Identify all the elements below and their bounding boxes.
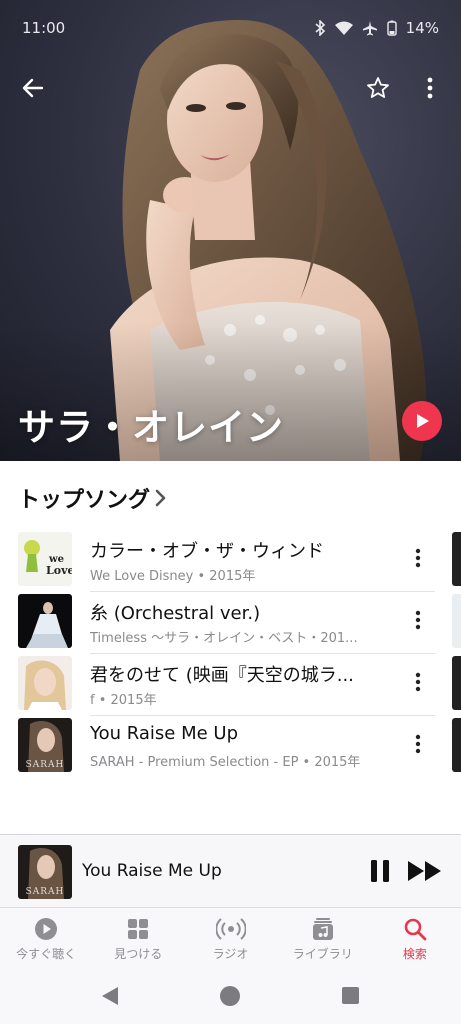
favorite-button[interactable] — [361, 70, 395, 106]
bluetooth-icon — [315, 20, 325, 36]
tab-browse[interactable]: 見つける — [92, 908, 184, 966]
more-options-button[interactable] — [413, 70, 447, 106]
nav-back-icon[interactable] — [100, 986, 120, 1006]
tab-listen-now[interactable]: 今すぐ聴く — [0, 908, 92, 966]
chevron-right-icon — [155, 489, 166, 507]
tab-label: 検索 — [402, 947, 427, 961]
play-circle-icon — [35, 918, 58, 940]
search-icon — [404, 918, 427, 941]
song-row[interactable]: 糸 (Orchestral ver.) Timeless 〜サラ・オレイン・ベス… — [0, 592, 461, 654]
play-artist-button[interactable] — [402, 401, 442, 441]
more-vertical-icon — [415, 548, 421, 568]
artist-name: サラ・オレイン — [18, 406, 284, 449]
song-row[interactable]: we Love カラー・オブ・ザ・ウィンド We Love Disney • 20… — [0, 530, 461, 592]
play-icon — [417, 414, 429, 428]
song-subtitle: f • 2015年 — [90, 693, 157, 708]
album-art-sarah: SARAH — [18, 718, 72, 772]
arrow-left-icon — [22, 78, 44, 98]
next-column-peek — [452, 532, 461, 586]
song-subtitle: We Love Disney • 2015年 — [90, 569, 256, 584]
back-button[interactable] — [16, 70, 50, 106]
grid-icon — [128, 919, 149, 939]
tab-label: ラジオ — [212, 947, 249, 961]
more-vertical-icon — [415, 610, 421, 630]
mini-player[interactable]: SARAH You Raise Me Up — [0, 835, 461, 907]
song-title: 糸 (Orchestral ver.) — [90, 603, 261, 624]
song-more-button[interactable] — [404, 666, 432, 698]
tab-radio[interactable]: ラジオ — [184, 908, 276, 966]
tab-library[interactable]: ライブラリ — [277, 908, 369, 966]
next-track-button[interactable] — [406, 857, 444, 885]
song-title: You Raise Me Up — [90, 723, 238, 744]
song-more-button[interactable] — [404, 728, 432, 760]
fast-forward-icon — [408, 861, 441, 881]
system-nav-bar — [0, 966, 461, 1024]
next-column-peek — [452, 656, 461, 710]
top-songs-list: we Love カラー・オブ・ザ・ウィンド We Love Disney • 20… — [0, 530, 461, 778]
song-title: 君をのせて (映画『天空の城ラ... — [90, 665, 354, 686]
song-more-button[interactable] — [404, 542, 432, 574]
next-column-peek — [452, 718, 461, 772]
tab-search[interactable]: 検索 — [369, 908, 461, 966]
top-songs-title: トップソング — [18, 488, 151, 513]
battery-percent: 14% — [405, 19, 439, 37]
song-subtitle: SARAH - Premium Selection - EP • 2015年 — [90, 755, 361, 770]
battery-icon — [386, 20, 397, 36]
song-subtitle: Timeless 〜サラ・オレイン・ベスト・201... — [90, 631, 358, 646]
now-playing-art: SARAH — [18, 845, 72, 899]
tab-bar: 今すぐ聴く 見つける ラジオ ライブラリ 検索 — [0, 908, 461, 966]
more-vertical-icon — [427, 77, 433, 99]
svg-text:SARAH: SARAH — [26, 760, 65, 770]
star-icon — [367, 77, 389, 98]
song-row[interactable]: 君をのせて (映画『天空の城ラ... f • 2015年 — [0, 654, 461, 716]
library-icon — [312, 918, 333, 940]
more-vertical-icon — [415, 672, 421, 692]
next-column-peek — [452, 594, 461, 648]
song-title: カラー・オブ・ザ・ウィンド — [90, 541, 324, 562]
wifi-icon — [334, 21, 353, 35]
album-art-f — [18, 656, 72, 710]
song-more-button[interactable] — [404, 604, 432, 636]
svg-text:Love: Love — [46, 564, 72, 577]
pause-button[interactable] — [366, 857, 394, 885]
album-art-timeless — [18, 594, 72, 648]
svg-text:SARAH: SARAH — [26, 887, 65, 897]
song-row[interactable]: SARAH You Raise Me Up SARAH - Premium Se… — [0, 716, 461, 778]
nav-home-icon[interactable] — [220, 986, 240, 1006]
tab-label: 見つける — [114, 947, 163, 961]
tab-label: 今すぐ聴く — [16, 947, 77, 961]
artist-hero: 11:00 14% サラ・オレイン — [0, 0, 461, 461]
status-time: 11:00 — [22, 19, 66, 37]
more-vertical-icon — [415, 734, 421, 754]
now-playing-title: You Raise Me Up — [82, 861, 222, 881]
status-bar: 11:00 14% — [0, 0, 461, 56]
radio-icon — [215, 918, 246, 940]
nav-recents-icon[interactable] — [342, 987, 359, 1004]
top-songs-header[interactable]: トップソング — [18, 482, 166, 514]
pause-icon — [371, 860, 389, 882]
airplane-icon — [362, 21, 377, 36]
album-art-we-love-disney: we Love — [18, 532, 72, 586]
tab-label: ライブラリ — [292, 947, 353, 961]
